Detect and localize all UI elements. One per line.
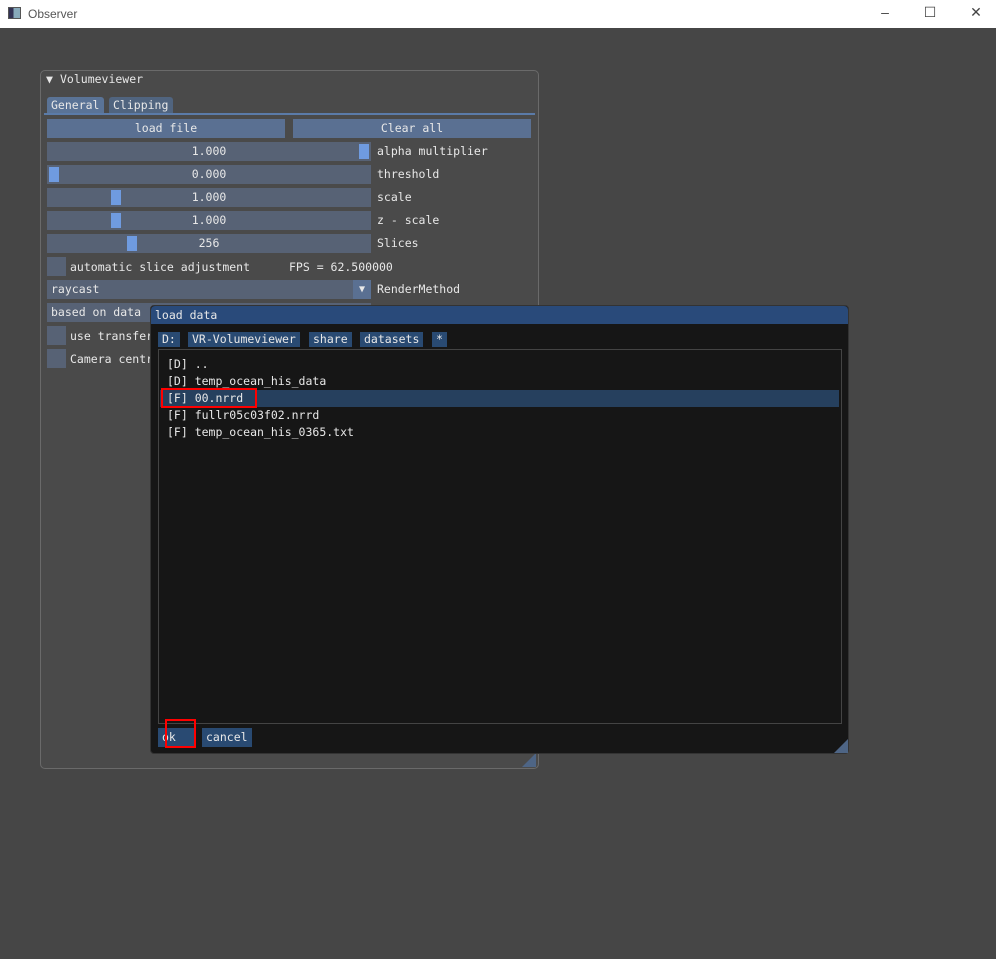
- dialog-resize-grip[interactable]: [834, 739, 848, 753]
- use-transfer-label: use transfer: [70, 329, 154, 343]
- clear-all-button[interactable]: Clear all: [293, 119, 531, 138]
- slider-value: 0.000: [191, 167, 227, 181]
- list-item[interactable]: [D] ..: [167, 356, 209, 373]
- path-button-vr-volumeviewer[interactable]: VR-Volumeviewer: [188, 332, 300, 347]
- maximize-button[interactable]: ☐: [915, 4, 945, 24]
- fps-readout: FPS = 62.500000: [289, 260, 393, 274]
- path-button-filter[interactable]: *: [432, 332, 447, 347]
- render-method-select[interactable]: raycast: [47, 280, 371, 299]
- path-button-datasets[interactable]: datasets: [360, 332, 424, 347]
- slider-label: alpha multiplier: [377, 144, 488, 158]
- highlight-box: [165, 719, 196, 748]
- slider-threshold[interactable]: 0.000: [47, 165, 371, 184]
- window-title: Observer: [28, 7, 78, 21]
- slider-value: 1.000: [191, 190, 227, 204]
- tab-divider: [44, 113, 535, 115]
- highlight-box: [161, 388, 257, 408]
- list-item[interactable]: [F] temp_ocean_his_0365.txt: [167, 424, 354, 441]
- selected-row-highlight: [160, 390, 839, 407]
- auto-slice-label: automatic slice adjustment: [70, 260, 251, 274]
- slider-value: 1.000: [191, 144, 227, 158]
- cancel-button[interactable]: cancel: [202, 728, 252, 747]
- path-button-share[interactable]: share: [309, 332, 352, 347]
- dialog-title: load data: [151, 306, 848, 324]
- render-method-value: raycast: [51, 282, 100, 296]
- close-button[interactable]: ✕: [961, 4, 991, 24]
- panel-resize-grip[interactable]: [522, 753, 536, 767]
- path-button-drive[interactable]: D:: [158, 332, 180, 347]
- slider-z-scale[interactable]: 1.000: [47, 211, 371, 230]
- chevron-down-icon[interactable]: ▼: [353, 280, 371, 299]
- slider-label: z - scale: [377, 213, 440, 227]
- slider-grab[interactable]: [126, 236, 137, 251]
- slider-grab[interactable]: [111, 190, 121, 205]
- file-list[interactable]: [D] .. [D] temp_ocean_his_data [F] 00.nr…: [158, 349, 842, 724]
- slider-label: scale: [377, 190, 412, 204]
- slider-slices[interactable]: 256: [47, 234, 371, 253]
- tab-general[interactable]: General: [47, 97, 104, 114]
- collapse-icon[interactable]: ▼: [46, 72, 53, 86]
- window-titlebar: Observer – ☐ ✕: [0, 0, 996, 28]
- slider-grab[interactable]: [49, 167, 59, 182]
- load-file-button[interactable]: load file: [47, 119, 285, 138]
- load-data-dialog: load data D: VR-Volumeviewer share datas…: [150, 305, 849, 754]
- slider-label: threshold: [377, 167, 440, 181]
- list-item[interactable]: [F] fullr05c03f02.nrrd: [167, 407, 319, 424]
- slider-scale[interactable]: 1.000: [47, 188, 371, 207]
- render-method-label: RenderMethod: [377, 282, 461, 296]
- app-icon: [8, 7, 21, 19]
- tab-clipping[interactable]: Clipping: [109, 97, 173, 114]
- auto-slice-checkbox[interactable]: [47, 257, 66, 276]
- slider-label: Slices: [377, 236, 419, 250]
- panel-title: Volumeviewer: [60, 72, 144, 86]
- slider-grab[interactable]: [359, 144, 369, 159]
- slider-value: 1.000: [191, 213, 227, 227]
- use-transfer-checkbox[interactable]: [47, 326, 66, 345]
- minimize-button[interactable]: –: [870, 4, 900, 24]
- slider-value: 256: [198, 236, 220, 250]
- based-on-data-value: based on data: [51, 305, 142, 319]
- camera-centric-checkbox[interactable]: [47, 349, 66, 368]
- slider-grab[interactable]: [111, 213, 121, 228]
- slider-alpha-multiplier[interactable]: 1.000: [47, 142, 371, 161]
